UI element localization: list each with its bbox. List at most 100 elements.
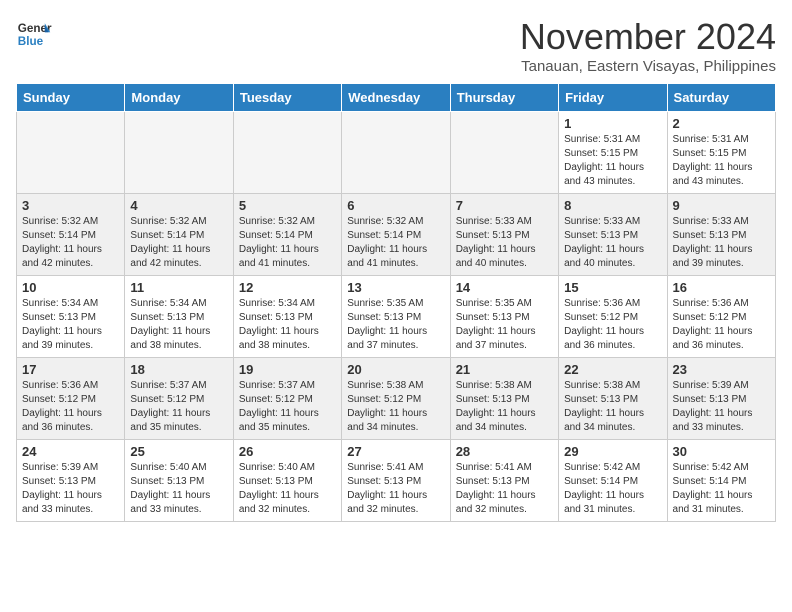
calendar-cell: 4 Sunrise: 5:32 AM Sunset: 5:14 PM Daylig… [125,194,233,276]
day-number: 28 [456,444,553,459]
day-info: Sunrise: 5:33 AM Sunset: 5:13 PM Dayligh… [456,215,553,271]
day-info: Sunrise: 5:32 AM Sunset: 5:14 PM Dayligh… [347,215,444,271]
day-info: Sunrise: 5:41 AM Sunset: 5:13 PM Dayligh… [456,461,553,517]
day-number: 5 [239,198,336,213]
weekday-header-saturday: Saturday [667,84,775,112]
day-number: 3 [22,198,119,213]
calendar-cell: 3Sunrise: 5:32 AM Sunset: 5:14 PM Daylig… [17,194,125,276]
day-info: Sunrise: 5:39 AM Sunset: 5:13 PM Dayligh… [673,379,770,435]
calendar-cell: 21Sunrise: 5:38 AM Sunset: 5:13 PM Dayli… [450,358,558,440]
calendar-cell: 26 Sunrise: 5:40 AM Sunset: 5:13 PM Dayli… [233,440,341,522]
calendar-cell: 28 Sunrise: 5:41 AM Sunset: 5:13 PM Dayli… [450,440,558,522]
day-number: 16 [673,280,770,295]
calendar: SundayMondayTuesdayWednesdayThursdayFrid… [16,83,776,522]
calendar-cell: 13 Sunrise: 5:35 AM Sunset: 5:13 PM Dayli… [342,276,450,358]
day-number: 14 [456,280,553,295]
calendar-cell: 18 Sunrise: 5:37 AM Sunset: 5:12 PM Dayli… [125,358,233,440]
day-number: 17 [22,362,119,377]
day-number: 9 [673,198,770,213]
day-number: 25 [130,444,227,459]
calendar-cell: 15Sunrise: 5:36 AM Sunset: 5:12 PM Dayli… [559,276,667,358]
weekday-header-thursday: Thursday [450,84,558,112]
calendar-week-row: 17 Sunrise: 5:36 AM Sunset: 5:12 PM Dayli… [17,358,776,440]
day-info: Sunrise: 5:36 AM Sunset: 5:12 PM Dayligh… [673,297,770,353]
day-info: Sunrise: 5:34 AM Sunset: 5:13 PM Dayligh… [239,297,336,353]
month-year: November 2024 [520,16,776,58]
calendar-week-row: 10Sunrise: 5:34 AM Sunset: 5:13 PM Dayli… [17,276,776,358]
day-info: Sunrise: 5:36 AM Sunset: 5:12 PM Dayligh… [22,379,119,435]
calendar-cell [125,112,233,194]
day-info: Sunrise: 5:38 AM Sunset: 5:13 PM Dayligh… [456,379,553,435]
day-number: 2 [673,116,770,131]
day-number: 26 [239,444,336,459]
calendar-cell: 14 Sunrise: 5:35 AM Sunset: 5:13 PM Dayli… [450,276,558,358]
day-number: 7 [456,198,553,213]
day-number: 29 [564,444,661,459]
day-info: Sunrise: 5:35 AM Sunset: 5:13 PM Dayligh… [347,297,444,353]
logo-icon: General Blue [16,16,52,52]
day-number: 8 [564,198,661,213]
day-number: 1 [564,116,661,131]
calendar-cell: 17 Sunrise: 5:36 AM Sunset: 5:12 PM Dayli… [17,358,125,440]
day-info: Sunrise: 5:37 AM Sunset: 5:12 PM Dayligh… [130,379,227,435]
day-info: Sunrise: 5:38 AM Sunset: 5:12 PM Dayligh… [347,379,444,435]
day-number: 13 [347,280,444,295]
day-number: 22 [564,362,661,377]
day-info: Sunrise: 5:41 AM Sunset: 5:13 PM Dayligh… [347,461,444,517]
svg-text:Blue: Blue [18,35,44,48]
calendar-body: 1 Sunrise: 5:31 AM Sunset: 5:15 PM Daylig… [17,112,776,522]
day-number: 12 [239,280,336,295]
calendar-cell [342,112,450,194]
calendar-cell: 29 Sunrise: 5:42 AM Sunset: 5:14 PM Dayli… [559,440,667,522]
calendar-cell: 12 Sunrise: 5:34 AM Sunset: 5:13 PM Dayli… [233,276,341,358]
weekday-header-monday: Monday [125,84,233,112]
title-block: November 2024 Tanauan, Eastern Visayas, … [520,16,776,75]
calendar-cell: 22 Sunrise: 5:38 AM Sunset: 5:13 PM Dayli… [559,358,667,440]
calendar-cell [450,112,558,194]
page-header: General Blue November 2024 Tanauan, East… [16,16,776,75]
day-info: Sunrise: 5:39 AM Sunset: 5:13 PM Dayligh… [22,461,119,517]
day-number: 23 [673,362,770,377]
day-info: Sunrise: 5:35 AM Sunset: 5:13 PM Dayligh… [456,297,553,353]
calendar-week-row: 1 Sunrise: 5:31 AM Sunset: 5:15 PM Daylig… [17,112,776,194]
calendar-cell: 11 Sunrise: 5:34 AM Sunset: 5:13 PM Dayli… [125,276,233,358]
day-info: Sunrise: 5:31 AM Sunset: 5:15 PM Dayligh… [564,133,661,189]
weekday-header-wednesday: Wednesday [342,84,450,112]
day-number: 30 [673,444,770,459]
calendar-cell: 16 Sunrise: 5:36 AM Sunset: 5:12 PM Dayli… [667,276,775,358]
day-info: Sunrise: 5:36 AM Sunset: 5:12 PM Dayligh… [564,297,661,353]
day-info: Sunrise: 5:34 AM Sunset: 5:13 PM Dayligh… [130,297,227,353]
weekday-header-sunday: Sunday [17,84,125,112]
day-number: 20 [347,362,444,377]
calendar-cell: 1 Sunrise: 5:31 AM Sunset: 5:15 PM Daylig… [559,112,667,194]
weekday-header-tuesday: Tuesday [233,84,341,112]
calendar-cell: 30 Sunrise: 5:42 AM Sunset: 5:14 PM Dayli… [667,440,775,522]
calendar-cell [233,112,341,194]
calendar-cell: 27 Sunrise: 5:41 AM Sunset: 5:13 PM Dayli… [342,440,450,522]
day-number: 11 [130,280,227,295]
day-info: Sunrise: 5:31 AM Sunset: 5:15 PM Dayligh… [673,133,770,189]
day-info: Sunrise: 5:32 AM Sunset: 5:14 PM Dayligh… [239,215,336,271]
calendar-cell: 6Sunrise: 5:32 AM Sunset: 5:14 PM Daylig… [342,194,450,276]
day-info: Sunrise: 5:42 AM Sunset: 5:14 PM Dayligh… [564,461,661,517]
location: Tanauan, Eastern Visayas, Philippines [520,58,776,75]
day-number: 24 [22,444,119,459]
calendar-cell: 5 Sunrise: 5:32 AM Sunset: 5:14 PM Daylig… [233,194,341,276]
day-number: 4 [130,198,227,213]
calendar-week-row: 3 Sunrise: 5:32 AM Sunset: 5:14 PM Daylig… [17,194,776,276]
day-info: Sunrise: 5:42 AM Sunset: 5:14 PM Dayligh… [673,461,770,517]
calendar-cell: 8 Sunrise: 5:33 AM Sunset: 5:13 PM Daylig… [559,194,667,276]
day-info: Sunrise: 5:40 AM Sunset: 5:13 PM Dayligh… [239,461,336,517]
day-info: Sunrise: 5:33 AM Sunset: 5:13 PM Dayligh… [564,215,661,271]
calendar-cell: 9Sunrise: 5:33 AM Sunset: 5:13 PM Daylig… [667,194,775,276]
day-number: 19 [239,362,336,377]
day-number: 27 [347,444,444,459]
calendar-week-row: 24 Sunrise: 5:39 AM Sunset: 5:13 PM Dayli… [17,440,776,522]
day-info: Sunrise: 5:38 AM Sunset: 5:13 PM Dayligh… [564,379,661,435]
day-number: 18 [130,362,227,377]
calendar-cell: 10Sunrise: 5:34 AM Sunset: 5:13 PM Dayli… [17,276,125,358]
calendar-cell: 7 Sunrise: 5:33 AM Sunset: 5:13 PM Daylig… [450,194,558,276]
calendar-cell: 24 Sunrise: 5:39 AM Sunset: 5:13 PM Dayli… [17,440,125,522]
weekday-header-friday: Friday [559,84,667,112]
day-info: Sunrise: 5:32 AM Sunset: 5:14 PM Dayligh… [130,215,227,271]
